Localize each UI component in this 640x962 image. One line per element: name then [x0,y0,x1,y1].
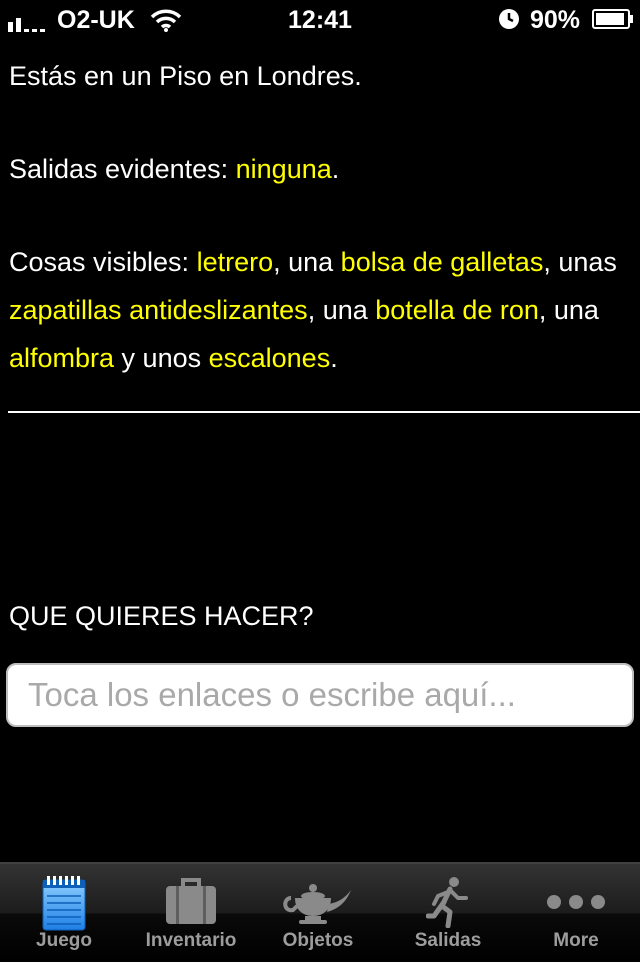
tab-label: Inventario [145,930,237,951]
exits-line: Salidas evidentes: ninguna. [9,145,634,193]
tab-inventario[interactable]: Inventario [131,870,251,958]
tab-objetos[interactable]: Objetos [258,870,378,958]
running-man-icon [388,876,508,930]
location-description: Estás en un Piso en Londres. [9,61,362,91]
suitcase-icon [131,876,251,930]
battery-icon [592,9,633,29]
exits-period: . [331,154,340,184]
object-link[interactable]: escalones [209,343,331,373]
sentence-text: , una [538,295,599,325]
object-link[interactable]: letrero [197,247,274,277]
tab-bar: Juego Inventario Objetos Salidas More [0,862,640,962]
tab-label: Juego [36,930,92,951]
divider [8,411,640,413]
exit-link-none[interactable]: ninguna [236,154,332,184]
tab-label: Objetos [282,930,354,951]
command-input[interactable] [6,663,634,727]
command-prompt: QUE QUIERES HACER? [9,601,314,631]
object-link[interactable]: botella de ron [375,295,539,325]
notepad-icon [4,876,124,931]
sentence-text: y unos [114,343,209,373]
things-label: Cosas visibles: [9,247,197,277]
tab-more[interactable]: More [516,870,636,958]
magic-lamp-icon [258,876,378,930]
tab-label: Salidas [414,930,482,951]
game-output: Estás en un Piso en Londres. Salidas evi… [9,52,634,382]
rotation-lock-icon [499,9,519,29]
battery-percentage: 90% [530,6,581,34]
sentence-text: . [330,343,338,373]
object-link[interactable]: alfombra [9,343,114,373]
status-bar: O2-UK 12:41 90% [0,0,640,40]
sentence-text: , una [307,295,376,325]
tab-salidas[interactable]: Salidas [388,870,508,958]
more-dots-icon [516,876,636,930]
tab-label: More [553,930,599,951]
object-link[interactable]: zapatillas antideslizantes [9,295,308,325]
exits-label: Salidas evidentes: [9,154,236,184]
sentence-text: , una [273,247,341,277]
sentence-text: , unas [543,247,617,277]
tab-juego[interactable]: Juego [4,870,124,958]
visible-things-line: Cosas visibles: letrero, una bolsa de ga… [9,238,634,382]
object-link[interactable]: bolsa de galletas [341,247,544,277]
